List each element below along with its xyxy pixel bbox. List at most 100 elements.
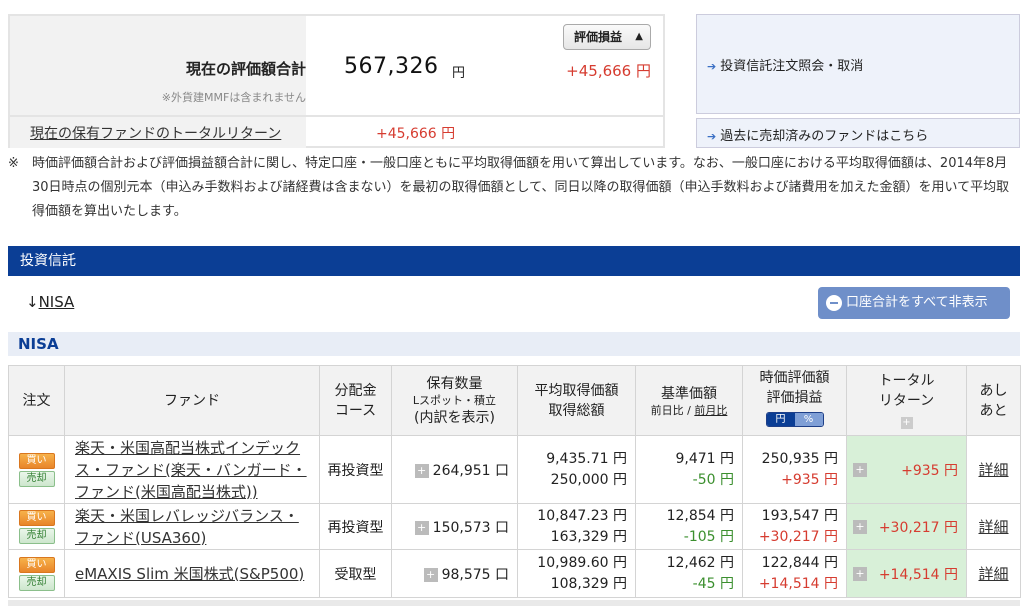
total-return: +30,217 円 xyxy=(878,519,958,536)
base-price-cell: 12,462 円 -45 円 xyxy=(635,549,743,598)
sell-button[interactable]: 売却 xyxy=(18,470,55,487)
header-order: 注文 xyxy=(8,365,65,436)
detail-link[interactable]: 詳細 xyxy=(978,565,1008,583)
header-distribution: 分配金 コース xyxy=(319,365,392,436)
fund-cell: eMAXIS Slim 米国株式(S&P500) xyxy=(64,549,320,598)
base-price-cell: 9,471 円 -50 円 xyxy=(635,435,743,504)
base-price: 9,471 円 xyxy=(675,450,734,467)
sold-funds-link[interactable]: ➔ 過去に売却済みのファンドはこちら xyxy=(707,125,928,144)
mmf-note: ※外貨建MMFは含まれません xyxy=(161,91,306,104)
header-val-line2: 評価損益 xyxy=(766,390,823,406)
total-cost: 250,000 円 xyxy=(550,471,627,488)
sold-funds-box: ➔ 過去に売却済みのファンドはこちら xyxy=(696,118,1020,148)
order-cell: 買い 売却 xyxy=(8,549,65,598)
total-cost: 163,329 円 xyxy=(550,528,627,545)
header-avg-line1: 平均取得価額 xyxy=(534,382,619,399)
buy-button[interactable]: 買い xyxy=(18,452,55,469)
fund-name-link[interactable]: 楽天・米国高配当株式インデックス・ファンド(楽天・バンガード・ファンド(米国高配… xyxy=(65,437,319,503)
quantity-value: 150,573 口 xyxy=(432,519,509,536)
expand-plus-icon[interactable]: + xyxy=(853,519,867,534)
header-prev-month-link[interactable]: 前月比 xyxy=(694,404,727,417)
nisa-anchor-link[interactable]: ↓NISA xyxy=(26,293,74,311)
expand-plus-icon[interactable]: + xyxy=(853,566,867,581)
buy-button[interactable]: 買い xyxy=(18,556,55,573)
table-row: 買い 売却 楽天・米国高配当株式インデックス・ファンド(楽天・バンガード・ファン… xyxy=(8,435,1021,504)
minus-circle-icon xyxy=(826,295,842,311)
buy-button[interactable]: 買い xyxy=(18,509,55,526)
table-row: 買い 売却 楽天・米国レバレッジバランス・ファンド(USA360) 再投資型 +… xyxy=(8,503,1021,550)
average-price-cell: 10,989.60 円 108,329 円 xyxy=(517,549,636,598)
average-price: 10,989.60 円 xyxy=(537,554,627,571)
header-base-sub: 前日比 / 前月比 xyxy=(636,404,742,418)
bottom-divider xyxy=(8,600,1020,606)
hide-all-totals-label: 口座合計をすべて非表示 xyxy=(846,295,988,310)
header-history: あし あと xyxy=(966,365,1021,436)
expand-plus-icon[interactable]: + xyxy=(414,463,429,478)
unit-toggle-percent[interactable]: % xyxy=(794,413,823,426)
select-arrows-icon: ▲ xyxy=(635,31,643,42)
total-return-label-cell: 現在の保有ファンドのトータルリターン xyxy=(10,117,306,148)
expand-plus-icon[interactable]: + xyxy=(900,416,913,429)
base-price: 12,462 円 xyxy=(666,554,734,571)
section-title: 投資信託 xyxy=(8,246,1020,276)
quantity-value: 98,575 口 xyxy=(441,566,509,583)
fund-cell: 楽天・米国レバレッジバランス・ファンド(USA360) xyxy=(64,503,320,550)
expand-plus-icon[interactable]: + xyxy=(423,567,438,582)
course-cell: 再投資型 xyxy=(319,503,392,550)
total-return-value: +45,666 円 xyxy=(376,126,456,142)
fund-name-link[interactable]: 楽天・米国レバレッジバランス・ファンド(USA360) xyxy=(65,505,319,549)
average-price-cell: 9,435.71 円 250,000 円 xyxy=(517,435,636,504)
total-return: +935 円 xyxy=(901,462,958,479)
header-qty-breakdown[interactable]: (内訳を表示) xyxy=(414,410,495,426)
total-cost: 108,329 円 xyxy=(550,575,627,592)
order-cell: 買い 売却 xyxy=(8,503,65,550)
fund-name-link[interactable]: eMAXIS Slim 米国株式(S&P500) xyxy=(65,563,319,585)
header-base-line1: 基準価額 xyxy=(661,385,717,402)
header-tr-line2: リターン xyxy=(878,392,935,409)
table-header-row: 注文 ファンド 分配金 コース 保有数量 Lスポット・積立 (内訳を表示) 平均取… xyxy=(8,365,1021,436)
fund-cell: 楽天・米国高配当株式インデックス・ファンド(楽天・バンガード・ファンド(米国高配… xyxy=(64,435,320,504)
order-inquiry-label: 投資信託注文照会・取消 xyxy=(720,59,864,74)
expand-plus-icon[interactable]: + xyxy=(414,520,429,535)
down-arrow-icon: ↓ xyxy=(26,293,39,311)
funds-table: 注文 ファンド 分配金 コース 保有数量 Lスポット・積立 (内訳を表示) 平均取… xyxy=(8,365,1021,598)
expand-plus-icon[interactable]: + xyxy=(853,462,867,477)
total-return-cell: + +935 円 xyxy=(846,435,967,504)
quantity-cell: +150,573 口 xyxy=(391,503,518,550)
header-total-return: トータル リターン + xyxy=(846,365,967,436)
display-type-select[interactable]: 評価損益 ▲ xyxy=(563,24,651,50)
unit-toggle-yen[interactable]: 円 xyxy=(766,413,795,426)
unrealized-gain: +30,217 円 xyxy=(758,528,838,545)
order-cell: 買い 売却 xyxy=(8,435,65,504)
order-inquiry-link[interactable]: ➔ 投資信託注文照会・取消 xyxy=(707,55,863,74)
base-price: 12,854 円 xyxy=(666,507,734,524)
market-value-cell: 122,844 円 +14,514 円 xyxy=(742,549,847,598)
header-hist-line1: あし xyxy=(979,382,1008,399)
header-hist-line2: あと xyxy=(979,402,1008,419)
anchor-row: ↓NISA 口座合計をすべて非表示 xyxy=(8,276,1020,330)
disclaimer-mark: ※ xyxy=(8,156,19,171)
sell-button[interactable]: 売却 xyxy=(18,527,55,544)
header-dist-line1: 分配金 xyxy=(334,382,377,399)
disclaimer: ※ 時価評価額合計および評価損益額合計に関し、特定口座・一般口座ともに平均取得価… xyxy=(8,152,1016,224)
average-price-cell: 10,847.23 円 163,329 円 xyxy=(517,503,636,550)
total-return-link[interactable]: 現在の保有ファンドのトータルリターン xyxy=(30,123,281,143)
order-inquiry-box: ➔ 投資信託注文照会・取消 xyxy=(696,14,1020,114)
header-dist-line2: コース xyxy=(334,402,377,419)
sell-button[interactable]: 売却 xyxy=(18,574,55,591)
header-qty-line1: 保有数量 xyxy=(426,375,483,392)
select-value: 評価損益 xyxy=(574,30,623,44)
header-base-price: 基準価額 前日比 / 前月比 xyxy=(635,365,743,436)
unit-toggle[interactable]: 円% xyxy=(765,412,824,427)
detail-link[interactable]: 詳細 xyxy=(978,518,1008,536)
base-price-cell: 12,854 円 -105 円 xyxy=(635,503,743,550)
total-gain-value: +45,666 円 xyxy=(566,62,651,80)
unrealized-gain: +14,514 円 xyxy=(758,575,838,592)
total-valuation-label: 現在の評価額合計 xyxy=(185,60,306,78)
summary-total-return-row: 現在の保有ファンドのトータルリターン +45,666 円 xyxy=(10,115,663,148)
hide-all-totals-button[interactable]: 口座合計をすべて非表示 xyxy=(818,287,1010,319)
sold-funds-label: 過去に売却済みのファンドはこちら xyxy=(720,129,929,144)
average-price: 10,847.23 円 xyxy=(537,507,627,524)
header-quantity: 保有数量 Lスポット・積立 (内訳を表示) xyxy=(391,365,518,436)
detail-link[interactable]: 詳細 xyxy=(978,461,1008,479)
